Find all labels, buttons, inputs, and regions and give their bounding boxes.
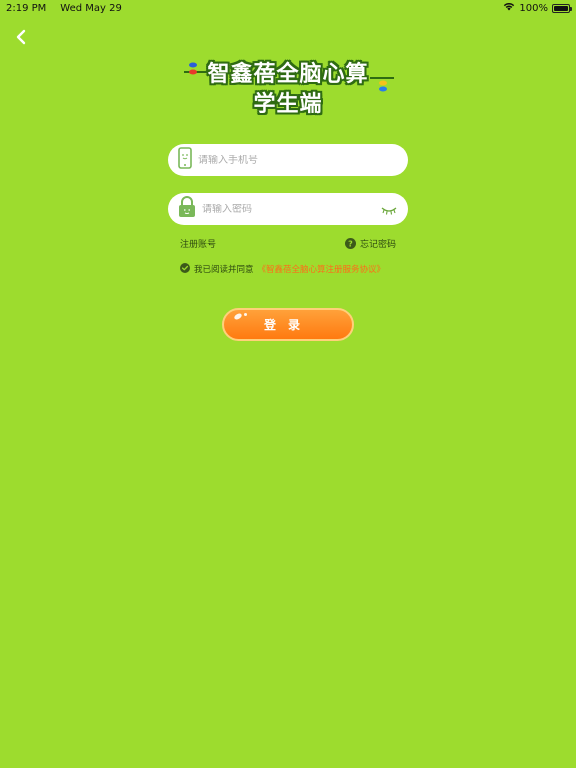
status-date: Wed May 29 bbox=[60, 2, 122, 14]
login-button-label: 登录 bbox=[263, 318, 312, 332]
abacus-bead-decoration-left bbox=[184, 62, 208, 75]
battery-icon bbox=[552, 3, 572, 13]
abacus-bead-decoration-right bbox=[370, 77, 394, 92]
battery-fill bbox=[554, 5, 568, 11]
app-title: 智鑫蓓全脑心算 学生端 bbox=[0, 60, 576, 120]
agreement-row: 我已阅读并同意 《智鑫蓓全脑心算注册服务协议》 bbox=[180, 262, 385, 276]
login-button[interactable]: 登录 bbox=[222, 308, 354, 341]
account-links-row: 注册账号 ? 忘记密码 bbox=[180, 236, 396, 250]
phone-icon bbox=[178, 147, 192, 173]
register-link[interactable]: 注册账号 bbox=[180, 237, 216, 250]
check-circle-icon bbox=[180, 262, 190, 273]
agree-checkbox[interactable] bbox=[180, 262, 190, 276]
question-circle-icon: ? bbox=[344, 237, 356, 249]
forgot-password-link[interactable]: ? 忘记密码 bbox=[344, 237, 396, 250]
chevron-left-icon bbox=[16, 29, 26, 45]
back-button[interactable] bbox=[10, 26, 32, 48]
button-shine-decoration bbox=[233, 312, 243, 321]
service-agreement-link[interactable]: 《智鑫蓓全脑心算注册服务协议》 bbox=[258, 263, 386, 275]
phone-input-row[interactable] bbox=[168, 144, 408, 176]
svg-text:?: ? bbox=[348, 239, 353, 248]
battery-percent: 100% bbox=[519, 2, 548, 14]
title-line-2: 学生端 bbox=[253, 92, 323, 117]
lock-icon bbox=[178, 196, 196, 222]
status-time: 2:19 PM bbox=[6, 2, 47, 14]
password-input[interactable] bbox=[202, 203, 380, 215]
status-bar: 2:19 PM Wed May 29 100% bbox=[0, 0, 576, 16]
forgot-password-label: 忘记密码 bbox=[359, 239, 396, 250]
password-input-row[interactable] bbox=[168, 193, 408, 225]
title-line-1: 智鑫蓓全脑心算 bbox=[207, 62, 369, 87]
button-shine-dot bbox=[244, 313, 247, 316]
eye-closed-icon[interactable] bbox=[380, 200, 398, 219]
wifi-icon bbox=[503, 2, 515, 14]
agree-text: 我已阅读并同意 bbox=[194, 265, 254, 275]
phone-input[interactable] bbox=[198, 154, 398, 166]
